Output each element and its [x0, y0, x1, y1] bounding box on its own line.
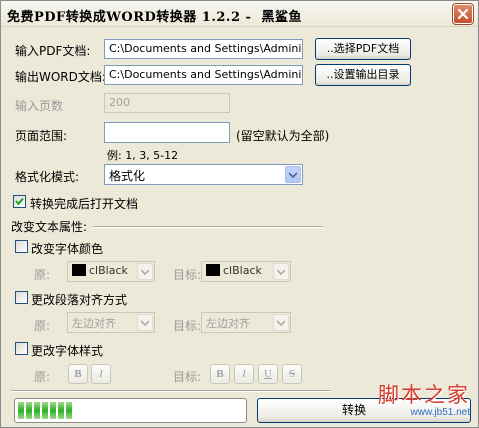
alignment-target-select[interactable]: 左边对齐 [201, 312, 291, 333]
page-range-field[interactable] [104, 122, 230, 143]
alignment-target-value: 左边对齐 [206, 317, 250, 330]
progress-segment [18, 402, 24, 419]
close-button[interactable] [452, 3, 474, 25]
title-bar: 免费PDF转换成WORD转换器 1.2.2 - 黑鲨鱼 [1, 1, 478, 27]
progress-segment [34, 402, 40, 419]
alignment-checkbox[interactable] [15, 291, 28, 304]
alignment-orig-label: 原: [34, 319, 51, 333]
checkmark-icon [15, 197, 24, 206]
font-color-target-value: clBlack [223, 264, 262, 277]
alignment-orig-select[interactable]: 左边对齐 [67, 312, 155, 333]
open-after-checkbox[interactable] [13, 195, 26, 208]
target-bold-button[interactable]: B [210, 364, 230, 384]
select-pdf-button[interactable]: ..选择PDF文档 [315, 38, 411, 60]
target-underline-button[interactable]: U [258, 364, 278, 384]
progress-segment [42, 402, 48, 419]
chevron-down-icon [273, 263, 289, 280]
input-pdf-field[interactable]: C:\Documents and Settings\Administrato [104, 39, 303, 59]
chevron-down-icon [273, 314, 289, 331]
watermark-logo: 脚本之家 www.jb51.net [378, 379, 470, 418]
progress-segment [50, 402, 56, 419]
alignment-target-label: 目标: [173, 319, 202, 333]
bottom-divider [11, 390, 331, 392]
output-word-field[interactable]: C:\Documents and Settings\Administrato [104, 65, 303, 85]
font-color-target-select[interactable]: clBlack [201, 261, 291, 282]
page-range-hint: (留空默认为全部) [236, 129, 330, 143]
progress-segment [26, 402, 32, 419]
page-count-label: 输入页数 [15, 99, 64, 113]
text-props-header: 改变文本属性: [11, 220, 88, 234]
color-swatch [206, 264, 220, 276]
convert-button-label: 转换 [341, 403, 366, 417]
alignment-label: 更改段落对齐方式 [31, 293, 128, 307]
text-props-divider [93, 226, 323, 228]
chevron-down-icon [137, 314, 153, 331]
font-style-orig-label: 原: [34, 370, 51, 384]
font-color-label: 改变字体颜色 [31, 242, 104, 256]
font-color-orig-select[interactable]: clBlack [67, 261, 155, 282]
alignment-orig-value: 左边对齐 [72, 317, 116, 330]
orig-italic-button[interactable]: I [91, 364, 111, 384]
window-title: 免费PDF转换成WORD转换器 1.2.2 - 黑鲨鱼 [7, 10, 302, 25]
font-style-checkbox[interactable] [15, 342, 28, 355]
orig-bold-button[interactable]: B [68, 364, 88, 384]
font-color-orig-label: 原: [34, 268, 51, 282]
progress-bar [14, 398, 247, 423]
chevron-down-icon[interactable] [285, 166, 301, 183]
output-word-label: 输出WORD文档: [15, 70, 106, 84]
font-color-orig-value: clBlack [89, 264, 128, 277]
font-style-label: 更改字体样式 [31, 344, 104, 358]
font-color-target-label: 目标: [173, 268, 202, 282]
target-italic-button[interactable]: I [234, 364, 254, 384]
page-range-example: 例: 1, 3, 5-12 [107, 149, 179, 162]
set-output-dir-button[interactable]: ..设置输出目录 [315, 64, 411, 86]
format-mode-label: 格式化模式: [15, 170, 80, 184]
page-range-label: 页面范围: [15, 129, 68, 143]
font-color-checkbox[interactable] [15, 240, 28, 253]
progress-segment [66, 402, 72, 419]
format-mode-value: 格式化 [109, 169, 146, 183]
main-window: 免费PDF转换成WORD转换器 1.2.2 - 黑鲨鱼 输入PDF文档: C:\… [0, 0, 479, 428]
font-style-target-label: 目标: [173, 370, 202, 384]
target-strike-button[interactable]: S [282, 364, 302, 384]
watermark-text: 脚本之家 [378, 383, 470, 407]
open-after-label: 转换完成后打开文档 [30, 197, 139, 211]
format-mode-select[interactable]: 格式化 [104, 164, 303, 185]
page-count-field[interactable]: 200 [104, 93, 230, 113]
progress-segment [58, 402, 64, 419]
close-icon [457, 8, 469, 20]
input-pdf-label: 输入PDF文档: [15, 44, 91, 58]
color-swatch [72, 264, 86, 276]
chevron-down-icon [137, 263, 153, 280]
